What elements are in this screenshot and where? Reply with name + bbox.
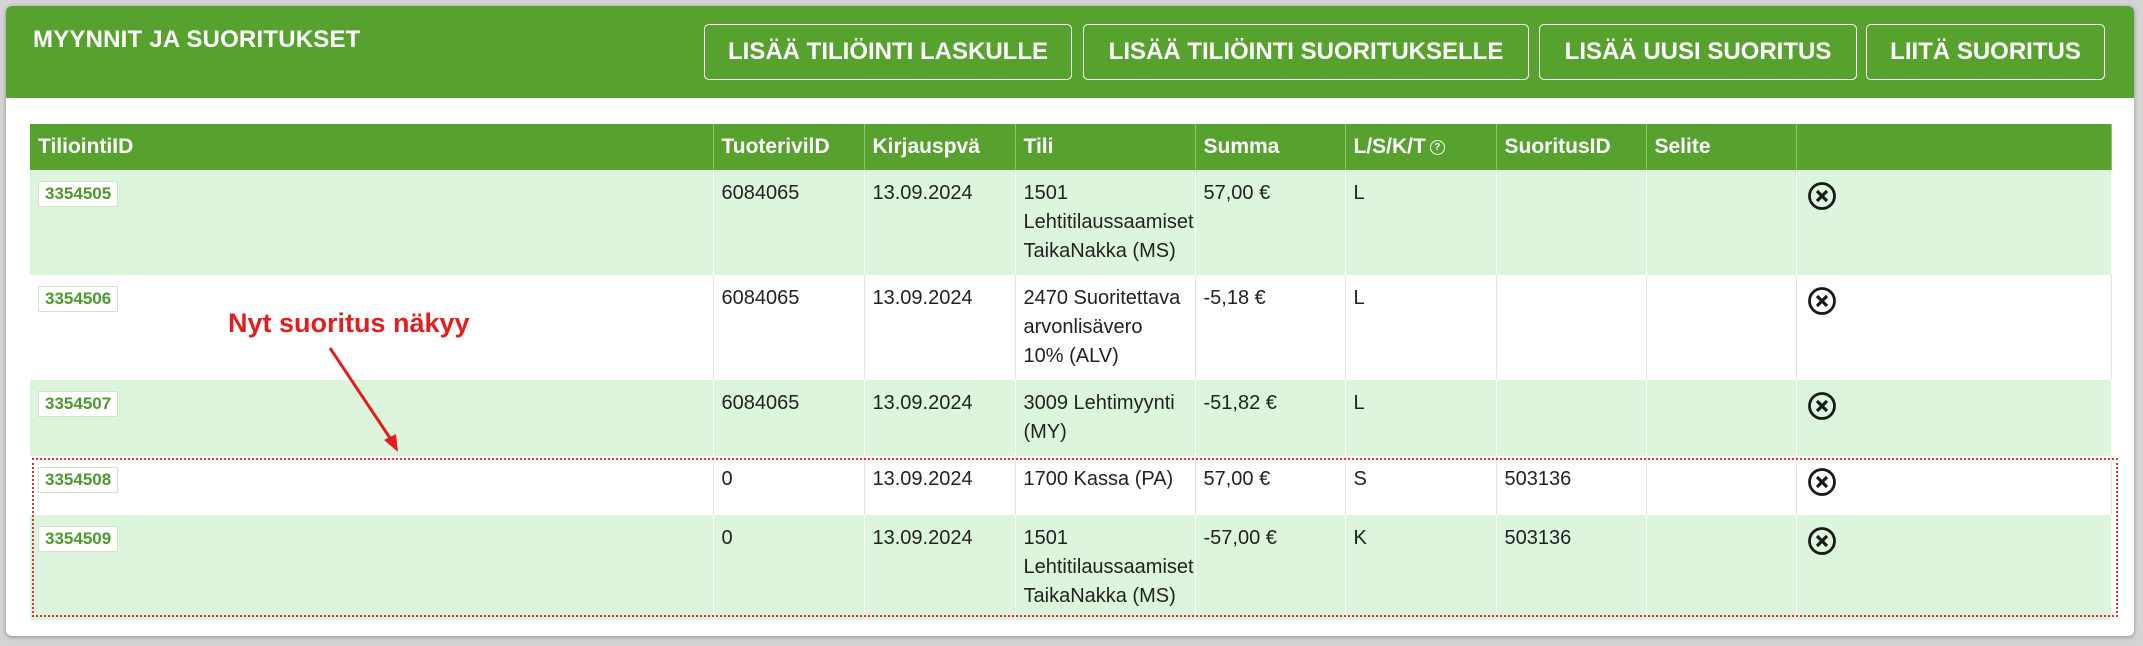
- amount-cell: 57,00 €: [1195, 456, 1346, 515]
- panel-title: MYYNNIT JA SUORITUKSET: [33, 26, 361, 53]
- column-header[interactable]: Tili: [1015, 124, 1196, 170]
- id-cell: 3354509: [30, 515, 714, 620]
- actions-cell: [1796, 515, 2112, 620]
- table-row: 3354508 0 13.09.2024 1700 Kassa (PA) 57,00 €…: [30, 456, 2112, 515]
- column-header[interactable]: TuoterivilD: [713, 124, 865, 170]
- tiliointi-id-link[interactable]: 3354509: [38, 526, 119, 552]
- account-cell: 2470 Suoritettava arvonlisävero 10% (ALV…: [1015, 275, 1196, 380]
- type-cell: L: [1345, 275, 1497, 380]
- description-cell: [1646, 275, 1797, 380]
- delete-x-circle-icon[interactable]: [1807, 181, 1837, 220]
- actions-cell: [1796, 456, 2112, 515]
- tuoterivi-id-cell: 6084065: [713, 170, 865, 275]
- tuoterivi-id-cell: 6084065: [713, 380, 865, 456]
- account-cell: 3009 Lehtimyynti (MY): [1015, 380, 1196, 456]
- question-circle-icon[interactable]: ?: [1429, 139, 1445, 155]
- panel-header: MYYNNIT JA SUORITUKSET LISÄÄ TILIÖINTI L…: [6, 6, 2134, 98]
- booking-date-cell: 13.09.2024: [864, 380, 1016, 456]
- amount-cell: -51,82 €: [1195, 380, 1346, 456]
- payment-id-cell: 503136: [1496, 515, 1647, 620]
- annotation-arrow-icon: [328, 347, 398, 452]
- tiliointi-id-link[interactable]: 3354508: [38, 467, 119, 493]
- type-cell: L: [1345, 380, 1497, 456]
- description-cell: [1646, 515, 1797, 620]
- amount-cell: -5,18 €: [1195, 275, 1346, 380]
- add-new-payment-button[interactable]: LISÄÄ UUSI SUORITUS: [1539, 24, 1857, 80]
- table-header-row: TiliointiID TuoterivilD Kirjauspvä Tili …: [30, 124, 2112, 170]
- account-cell: 1501 Lehtitilaussaamiset TaikaNakka (MS): [1015, 170, 1196, 275]
- tuoterivi-id-cell: 0: [713, 515, 865, 620]
- type-cell: K: [1345, 515, 1497, 620]
- column-header[interactable]: TiliointiID: [30, 124, 714, 170]
- attach-payment-button[interactable]: LIITÄ SUORITUS: [1866, 24, 2105, 80]
- actions-cell: [1796, 380, 2112, 456]
- delete-x-circle-icon[interactable]: [1807, 467, 1837, 506]
- description-cell: [1646, 380, 1797, 456]
- booking-date-cell: 13.09.2024: [864, 456, 1016, 515]
- account-cell: 1700 Kassa (PA): [1015, 456, 1196, 515]
- add-invoice-entry-button[interactable]: LISÄÄ TILIÖINTI LASKULLE: [704, 24, 1072, 80]
- booking-date-cell: 13.09.2024: [864, 170, 1016, 275]
- table-row: 3354509 0 13.09.2024 1501 Lehtitilaussaamis…: [30, 515, 2112, 620]
- amount-cell: -57,00 €: [1195, 515, 1346, 620]
- delete-x-circle-icon[interactable]: [1807, 286, 1837, 325]
- payment-id-cell: [1496, 275, 1647, 380]
- column-header-label: L/S/K/T: [1353, 135, 1426, 158]
- description-cell: [1646, 170, 1797, 275]
- amount-cell: 57,00 €: [1195, 170, 1346, 275]
- column-header[interactable]: Summa: [1195, 124, 1346, 170]
- actions-cell: [1796, 275, 2112, 380]
- tiliointi-id-link[interactable]: 3354505: [38, 181, 119, 207]
- account-cell: 1501 Lehtitilaussaamiset TaikaNakka (MS): [1015, 515, 1196, 620]
- column-header-lskt[interactable]: L/S/K/T?: [1345, 124, 1497, 170]
- booking-date-cell: 13.09.2024: [864, 515, 1016, 620]
- payment-id-cell: [1496, 380, 1647, 456]
- column-header[interactable]: Selite: [1646, 124, 1797, 170]
- column-header[interactable]: SuoritusID: [1496, 124, 1647, 170]
- column-header[interactable]: Kirjauspvä: [864, 124, 1016, 170]
- type-cell: S: [1345, 456, 1497, 515]
- payment-id-cell: 503136: [1496, 456, 1647, 515]
- column-header-actions: [1796, 124, 2112, 170]
- delete-x-circle-icon[interactable]: [1807, 391, 1837, 430]
- table-row: 3354505 6084065 13.09.2024 1501 Lehtitilaus…: [30, 170, 2112, 275]
- description-cell: [1646, 456, 1797, 515]
- booking-date-cell: 13.09.2024: [864, 275, 1016, 380]
- delete-x-circle-icon[interactable]: [1807, 526, 1837, 565]
- id-cell: 3354505: [30, 170, 714, 275]
- annotation-label: Nyt suoritus näkyy: [228, 308, 470, 338]
- payment-id-cell: [1496, 170, 1647, 275]
- sales-and-payments-panel: MYYNNIT JA SUORITUKSET LISÄÄ TILIÖINTI L…: [6, 6, 2134, 636]
- actions-cell: [1796, 170, 2112, 275]
- id-cell: 3354508: [30, 456, 714, 515]
- tiliointi-id-link[interactable]: 3354506: [38, 286, 119, 312]
- tuoterivi-id-cell: 6084065: [713, 275, 865, 380]
- tiliointi-id-link[interactable]: 3354507: [38, 391, 119, 417]
- type-cell: L: [1345, 170, 1497, 275]
- add-payment-entry-button[interactable]: LISÄÄ TILIÖINTI SUORITUKSELLE: [1083, 24, 1529, 80]
- tuoterivi-id-cell: 0: [713, 456, 865, 515]
